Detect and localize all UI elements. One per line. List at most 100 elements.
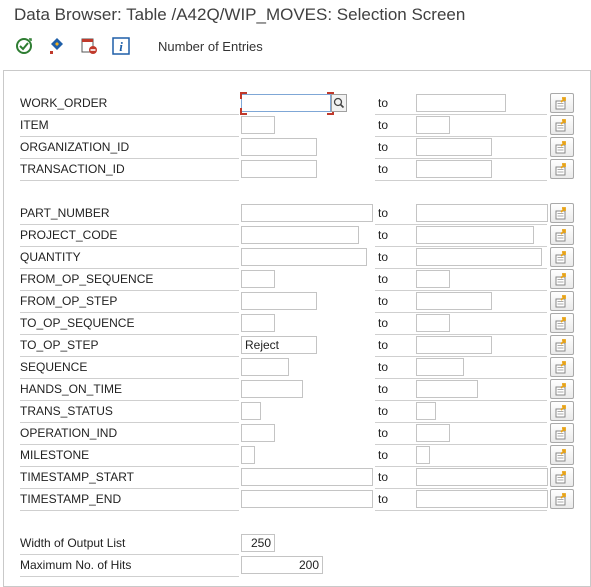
multiple-selection-icon — [555, 207, 566, 220]
from-value-input[interactable] — [241, 402, 261, 420]
selection-row: OPERATION_IND to — [4, 423, 590, 445]
to-value-input[interactable] — [416, 94, 506, 112]
to-value-input[interactable] — [416, 204, 548, 222]
multiple-selection-button[interactable] — [550, 225, 574, 245]
to-value-input[interactable] — [416, 138, 492, 156]
to-value-input[interactable] — [416, 336, 492, 354]
to-value-input[interactable] — [416, 380, 478, 398]
to-value-input[interactable] — [416, 490, 548, 508]
from-value-input[interactable] — [241, 204, 373, 222]
multiple-selection-button[interactable] — [550, 291, 574, 311]
to-value-input[interactable] — [416, 468, 548, 486]
width-of-output-list-label: Width of Output List — [20, 533, 239, 555]
from-value-input[interactable] — [241, 424, 275, 442]
field-label: TIMESTAMP_END — [20, 489, 239, 511]
multiple-selection-icon — [555, 317, 566, 330]
multiple-selection-icon — [555, 295, 566, 308]
to-value-input[interactable] — [416, 314, 450, 332]
multiple-selection-button[interactable] — [550, 269, 574, 289]
selection-row: TO_OP_SEQUENCE to — [4, 313, 590, 335]
field-label: ITEM — [20, 115, 239, 137]
multiple-selection-button[interactable] — [550, 357, 574, 377]
multiple-selection-button[interactable] — [550, 445, 574, 465]
multiple-selection-button[interactable] — [550, 335, 574, 355]
to-value-input[interactable] — [416, 446, 430, 464]
selection-options-icon[interactable] — [47, 36, 67, 56]
from-value-input[interactable] — [241, 94, 331, 112]
multiple-selection-button[interactable] — [550, 137, 574, 157]
to-range-area: to — [375, 115, 547, 137]
field-label: FROM_OP_SEQUENCE — [20, 269, 239, 291]
multiple-selection-button[interactable] — [550, 379, 574, 399]
multiple-selection-button[interactable] — [550, 401, 574, 421]
from-value-input[interactable] — [241, 226, 359, 244]
maximum-no-of-hits-label: Maximum No. of Hits — [20, 555, 239, 577]
from-value-input[interactable] — [241, 270, 275, 288]
field-label: SEQUENCE — [20, 357, 239, 379]
to-label: to — [378, 360, 389, 374]
maximum-no-of-hits-input[interactable]: 200 — [241, 556, 323, 574]
selection-row: ITEM to — [4, 115, 590, 137]
delete-selection-icon[interactable] — [79, 36, 99, 56]
info-icon[interactable]: i — [111, 36, 131, 56]
to-label: to — [378, 316, 389, 330]
selection-row: TRANSACTION_ID to — [4, 159, 590, 181]
multiple-selection-button[interactable] — [550, 313, 574, 333]
from-value-input[interactable] — [241, 314, 275, 332]
from-value-input[interactable] — [241, 160, 317, 178]
from-value-input[interactable] — [241, 358, 289, 376]
search-icon — [333, 97, 345, 109]
to-label: to — [378, 228, 389, 242]
from-value-input[interactable] — [241, 490, 373, 508]
to-value-input[interactable] — [416, 424, 450, 442]
selection-row: HANDS_ON_TIME to — [4, 379, 590, 401]
to-range-area: to — [375, 313, 547, 335]
field-label: TO_OP_STEP — [20, 335, 239, 357]
selection-row: QUANTITY to — [4, 247, 590, 269]
multiple-selection-button[interactable] — [550, 423, 574, 443]
multiple-selection-button[interactable] — [550, 247, 574, 267]
field-label: PROJECT_CODE — [20, 225, 239, 247]
from-value-input[interactable] — [241, 446, 255, 464]
to-value-input[interactable] — [416, 270, 450, 288]
from-value-input[interactable] — [241, 380, 303, 398]
number-of-entries-button[interactable]: Number of Entries — [158, 39, 263, 54]
multiple-selection-icon — [555, 119, 566, 132]
multiple-selection-button[interactable] — [550, 203, 574, 223]
to-value-input[interactable] — [416, 292, 492, 310]
width-of-output-list-input[interactable]: 250 — [241, 534, 275, 552]
from-value-input[interactable] — [241, 116, 275, 134]
from-value-input[interactable] — [241, 292, 317, 310]
selection-row: MILESTONE to — [4, 445, 590, 467]
to-value-input[interactable] — [416, 226, 534, 244]
multiple-selection-icon — [555, 493, 566, 506]
to-range-area: to — [375, 445, 547, 467]
from-value-input[interactable] — [241, 138, 317, 156]
to-value-input[interactable] — [416, 116, 450, 134]
from-value-input[interactable] — [241, 248, 367, 266]
multiple-selection-button[interactable] — [550, 93, 574, 113]
selection-panel: WORK_ORDER to ITEM to ORGANIZATION_ID to TRANS… — [3, 70, 591, 587]
multiple-selection-button[interactable] — [550, 489, 574, 509]
to-value-input[interactable] — [416, 248, 542, 266]
selection-row: FROM_OP_STEP to — [4, 291, 590, 313]
selection-row: FROM_OP_SEQUENCE to — [4, 269, 590, 291]
selection-row: PROJECT_CODE to — [4, 225, 590, 247]
field-label: WORK_ORDER — [20, 93, 239, 115]
value-help-button[interactable] — [331, 94, 347, 112]
multiple-selection-icon — [555, 229, 566, 242]
to-value-input[interactable] — [416, 402, 436, 420]
from-value-input[interactable] — [241, 468, 373, 486]
to-label: to — [378, 492, 389, 506]
to-value-input[interactable] — [416, 358, 464, 376]
execute-icon[interactable] — [14, 36, 34, 56]
from-value-input[interactable]: Reject — [241, 336, 317, 354]
focus-indicator — [240, 92, 247, 99]
multiple-selection-icon — [555, 449, 566, 462]
multiple-selection-button[interactable] — [550, 115, 574, 135]
to-label: to — [378, 206, 389, 220]
to-value-input[interactable] — [416, 160, 492, 178]
multiple-selection-button[interactable] — [550, 467, 574, 487]
multiple-selection-button[interactable] — [550, 159, 574, 179]
multiple-selection-icon — [555, 405, 566, 418]
